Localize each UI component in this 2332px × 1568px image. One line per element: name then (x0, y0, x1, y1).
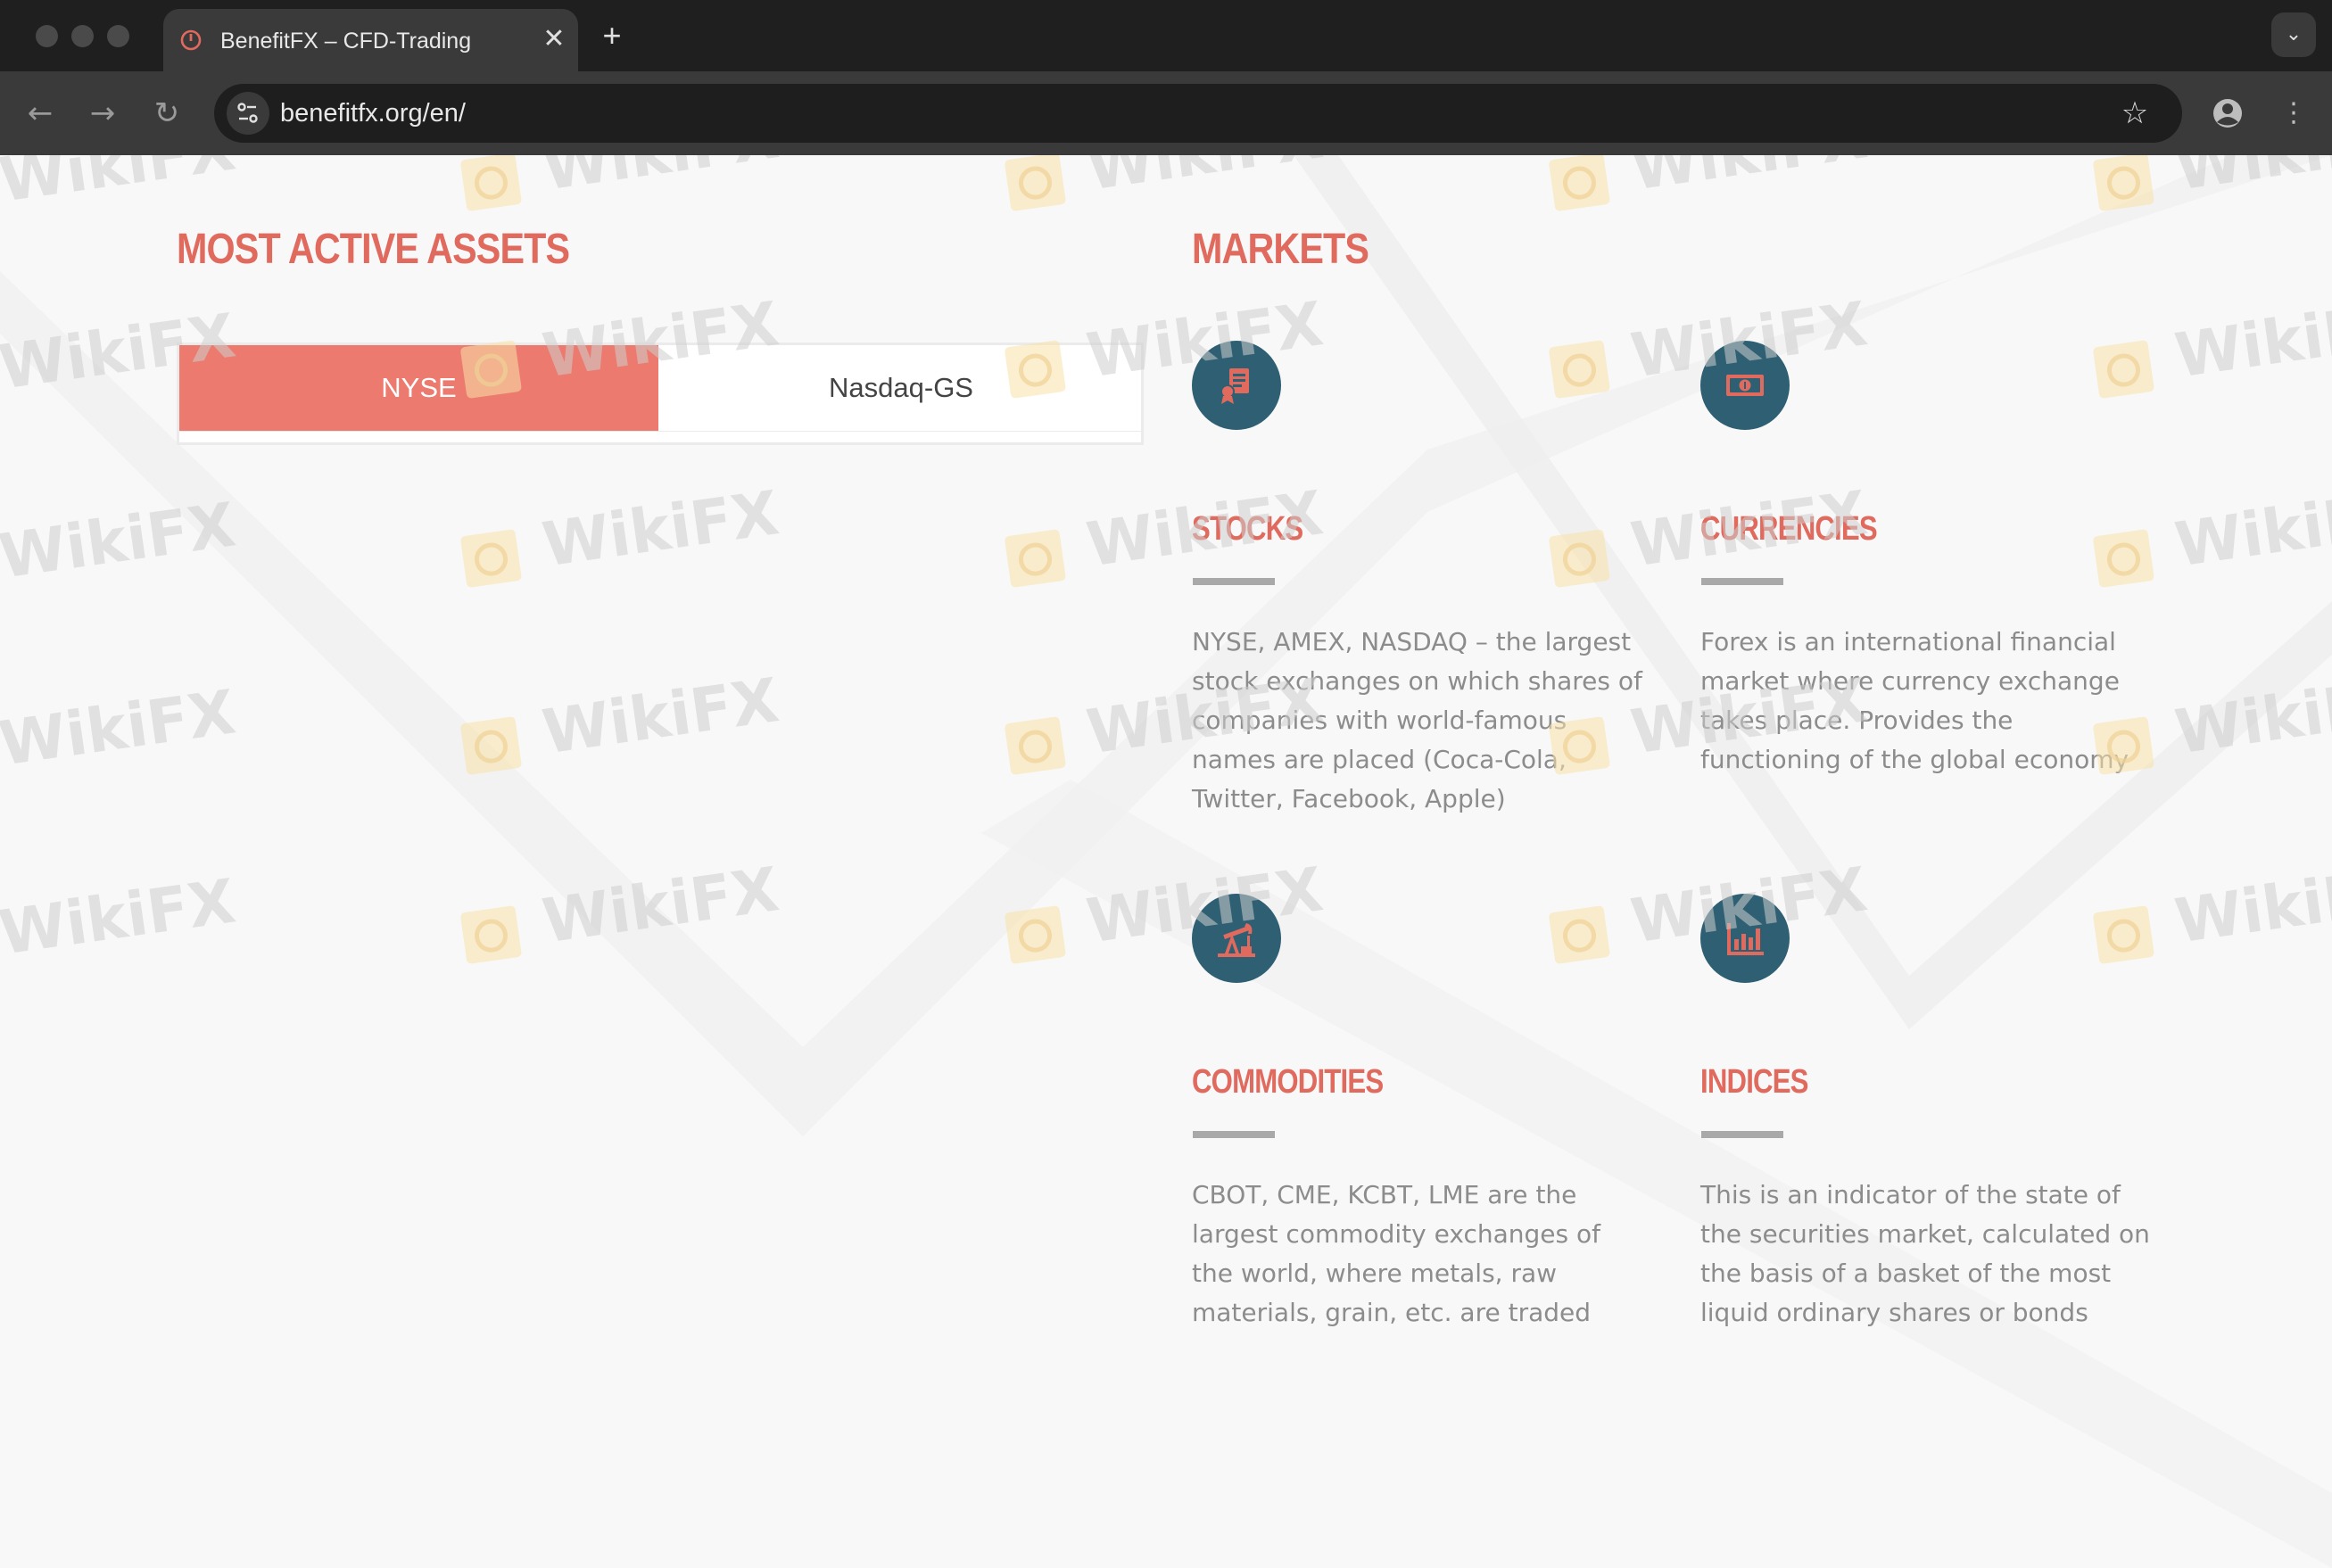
market-title-commodities: COMMODITIES (1192, 1063, 1384, 1101)
back-arrow-icon[interactable]: ← (18, 91, 62, 136)
address-bar[interactable]: benefitfx.org/en/ ☆ (214, 84, 2182, 143)
tab-panel (177, 432, 1144, 445)
tab-nyse[interactable]: NYSE (179, 345, 658, 431)
window-zoom-dot[interactable] (107, 25, 129, 47)
bookmark-star-icon[interactable]: ☆ (2113, 91, 2157, 136)
profile-icon[interactable] (2205, 91, 2250, 136)
site-info-icon[interactable] (227, 92, 269, 135)
market-desc-commodities: CBOT, CME, KCBT, LME are the largest com… (1192, 1180, 1600, 1327)
most-active-assets-heading: MOST ACTIVE ASSETS (177, 226, 570, 273)
window-close-dot[interactable] (36, 25, 58, 47)
market-desc-indices: This is an indicator of the state of the… (1700, 1180, 2150, 1327)
tab-close-icon[interactable]: ✕ (536, 20, 572, 59)
browser-toolbar: ← → ↻ benefitfx.org/en/ ☆ ⋮ (0, 71, 2332, 155)
banknote-icon (1700, 341, 1790, 430)
oil-pump-icon (1192, 894, 1281, 983)
market-divider (1701, 578, 1783, 585)
bar-chart-icon (1700, 894, 1790, 983)
market-title-indices: INDICES (1700, 1063, 1808, 1101)
page-content: MOST ACTIVE ASSETS NYSE Nasdaq-GS MARKET… (0, 155, 2332, 1568)
site-favicon-icon (180, 29, 202, 51)
url-text: benefitfx.org/en/ (280, 99, 466, 128)
window-minimize-dot[interactable] (71, 25, 94, 47)
stock-certificate-icon (1192, 341, 1281, 430)
tab-title: BenefitFX – CFD-Trading (220, 29, 472, 54)
market-divider (1701, 1131, 1783, 1138)
tab-list-chevron-icon[interactable]: ⌄ (2271, 12, 2316, 57)
market-title-currencies: CURRENCIES (1700, 510, 1878, 548)
browser-tab-bar: BenefitFX – CFD-Trading ✕ + ⌄ (0, 0, 2332, 71)
market-desc-stocks: NYSE, AMEX, NASDAQ – the largest stock e… (1192, 627, 1642, 813)
more-menu-icon[interactable]: ⋮ (2271, 91, 2316, 136)
tab-nasdaq-gs[interactable]: Nasdaq-GS (661, 345, 1141, 431)
browser-tab-active[interactable]: BenefitFX – CFD-Trading ✕ (163, 9, 578, 71)
market-divider (1193, 1131, 1275, 1138)
market-desc-currencies: Forex is an international financial mark… (1700, 627, 2129, 774)
markets-heading: MARKETS (1192, 226, 1369, 273)
exchange-tabs: NYSE Nasdaq-GS (177, 342, 1144, 433)
forward-arrow-icon[interactable]: → (80, 91, 125, 136)
market-divider (1193, 578, 1275, 585)
market-title-stocks: STOCKS (1192, 510, 1303, 548)
reload-icon[interactable]: ↻ (145, 91, 189, 136)
new-tab-button[interactable]: + (592, 16, 632, 55)
